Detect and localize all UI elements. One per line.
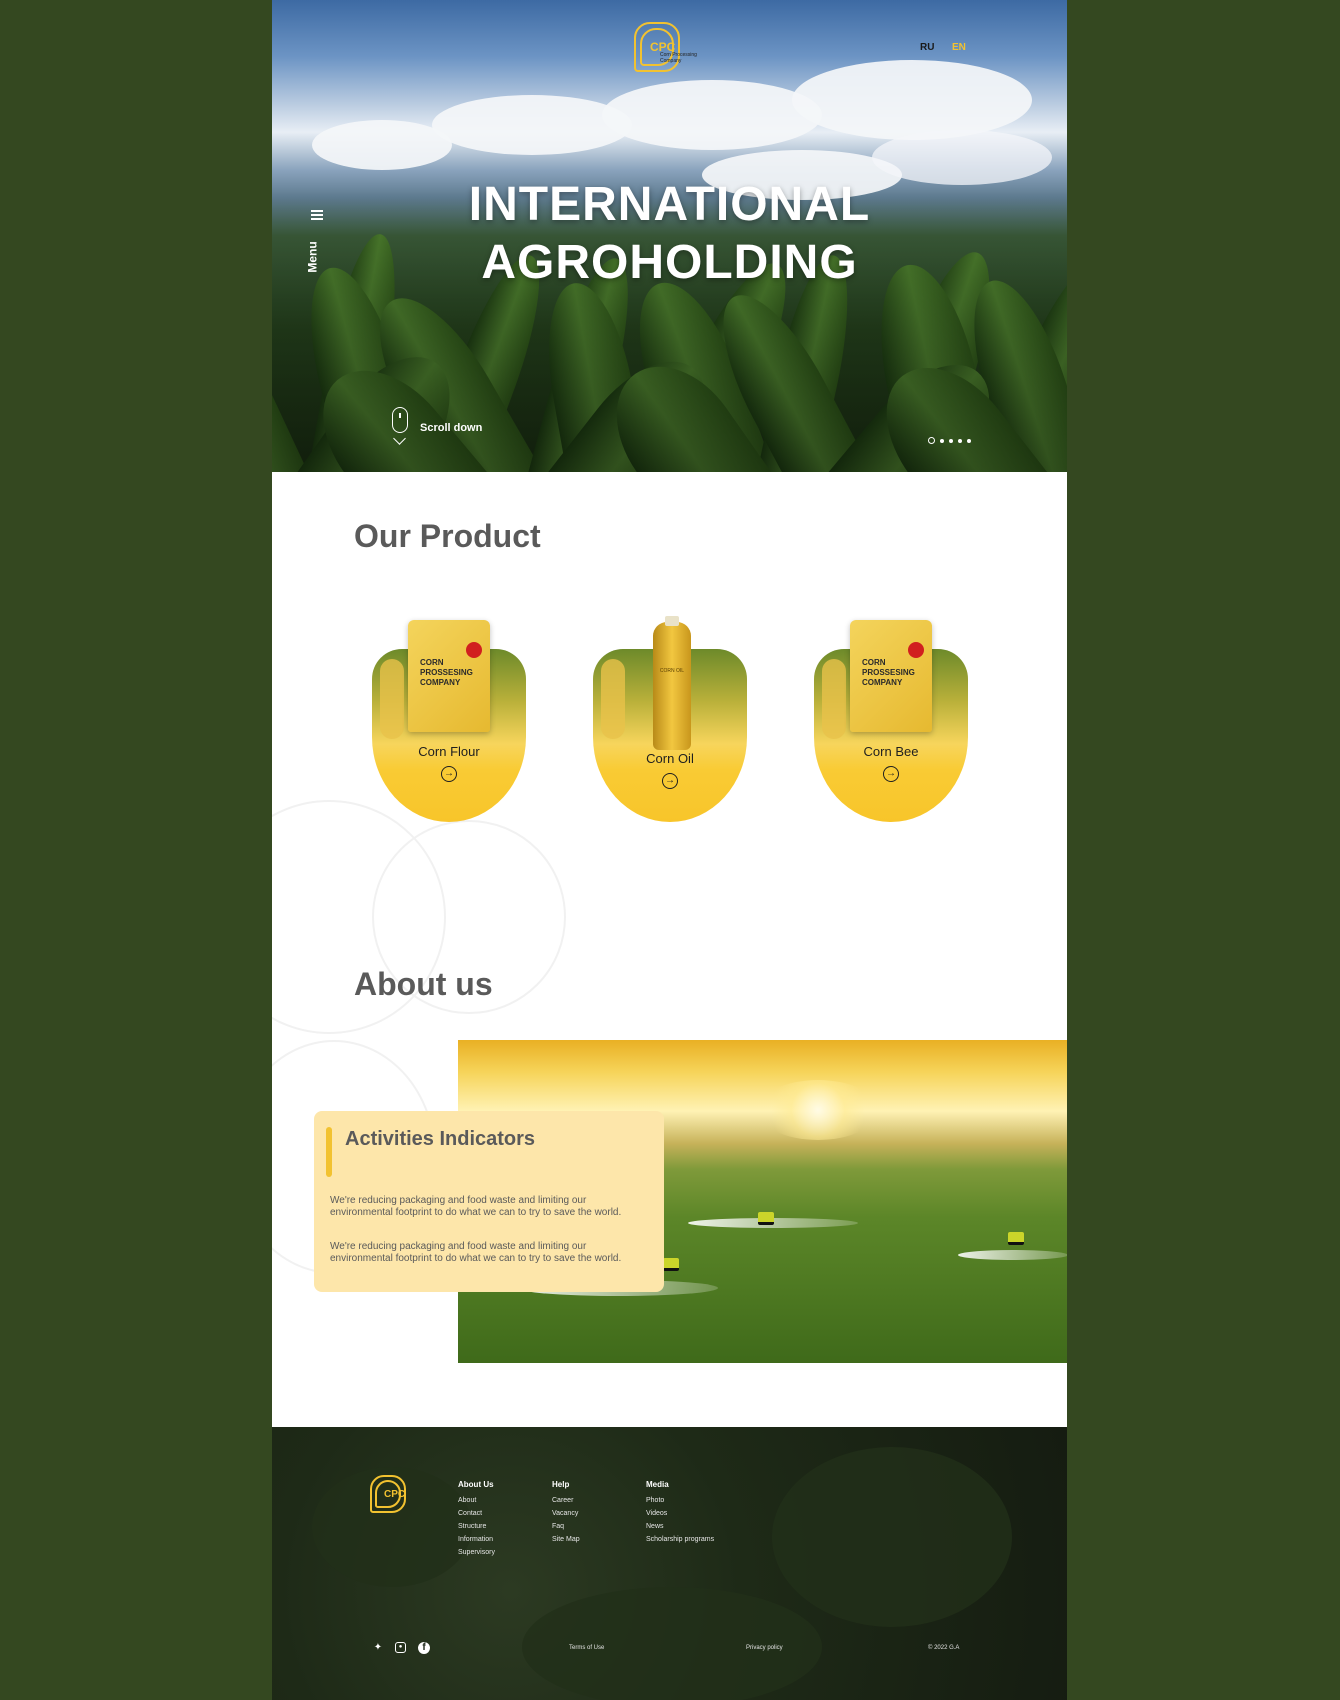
privacy-link[interactable]: Privacy policy xyxy=(746,1645,783,1651)
lang-en-link[interactable]: EN xyxy=(952,42,966,53)
products-title: Our Product xyxy=(354,518,541,554)
footer-link[interactable]: About xyxy=(458,1497,495,1504)
spray-cloud xyxy=(958,1250,1067,1260)
scroll-label: Scroll down xyxy=(420,422,483,434)
product-card-corn-flour[interactable]: CORN PROSSESING COMPANY Corn Flour → xyxy=(372,620,526,822)
bottle-label: CORN OIL xyxy=(659,668,685,674)
product-pack-image: CORN PROSSESING COMPANY xyxy=(408,620,490,732)
slider-pagination xyxy=(928,437,971,444)
pack-label: CORN PROSSESING COMPANY xyxy=(420,658,473,687)
badge-icon xyxy=(466,642,482,658)
arrow-right-icon[interactable]: → xyxy=(441,766,457,782)
footer-link[interactable]: Photo xyxy=(646,1497,714,1504)
tractor xyxy=(663,1258,679,1271)
card-title: Activities Indicators xyxy=(345,1128,536,1150)
footer-column-help: Help Career Vacancy Faq Site Map xyxy=(552,1480,580,1549)
tractor xyxy=(1008,1232,1024,1245)
logo[interactable]: CPC Corn Processing Company xyxy=(634,22,704,72)
footer-link[interactable]: News xyxy=(646,1523,714,1530)
facebook-icon[interactable]: f xyxy=(418,1642,430,1654)
footer-link[interactable]: Information xyxy=(458,1536,495,1543)
product-card-corn-oil[interactable]: CORN OIL Corn Oil → xyxy=(593,616,747,822)
footer-link[interactable]: Vacancy xyxy=(552,1510,580,1517)
footer-logo[interactable]: CPC xyxy=(370,1475,410,1513)
instagram-icon[interactable]: ● xyxy=(395,1642,406,1653)
footer-link[interactable]: Scholarship programs xyxy=(646,1536,714,1543)
pack-label: CORN PROSSESING COMPANY xyxy=(862,658,915,687)
footer-link[interactable]: Contact xyxy=(458,1510,495,1517)
slider-dot[interactable] xyxy=(967,438,971,443)
product-bottle-image: CORN OIL xyxy=(653,616,691,750)
footer-column-media: Media Photo Videos News Scholarship prog… xyxy=(646,1480,714,1549)
hero-section: CPC Corn Processing Company RU EN Menu I… xyxy=(272,0,1067,472)
arrow-right-icon[interactable]: → xyxy=(883,766,899,782)
arrow-right-icon[interactable]: → xyxy=(662,773,678,789)
tractor xyxy=(758,1212,774,1225)
slider-dot[interactable] xyxy=(958,438,962,443)
footer-logo-mark: CPC xyxy=(384,1489,406,1500)
page-frame: CPC Corn Processing Company RU EN Menu I… xyxy=(272,0,1067,1700)
hero-title-line1: INTERNATIONAL xyxy=(468,178,871,231)
footer-heading: Help xyxy=(552,1480,570,1489)
slider-dot[interactable] xyxy=(949,438,953,443)
footer-link[interactable]: Site Map xyxy=(552,1536,580,1543)
footer-link[interactable]: Videos xyxy=(646,1510,714,1517)
footer-link[interactable]: Career xyxy=(552,1497,580,1504)
product-card-corn-bee[interactable]: CORN PROSSESING COMPANY Corn Bee → xyxy=(814,620,968,822)
footer-link[interactable]: Structure xyxy=(458,1523,495,1530)
copyright: © 2022 G.A xyxy=(928,1645,960,1651)
badge-icon xyxy=(908,642,924,658)
tree-texture xyxy=(522,1587,822,1700)
card-accent-bar xyxy=(326,1127,332,1177)
footer-heading: About Us xyxy=(458,1480,494,1489)
footer-link[interactable]: Faq xyxy=(552,1523,580,1530)
product-name: Corn Flour xyxy=(418,744,480,759)
product-name: Corn Oil xyxy=(646,751,694,766)
product-pack-image: CORN PROSSESING COMPANY xyxy=(850,620,932,732)
sun xyxy=(758,1080,878,1140)
activities-card: Activities Indicators We're reducing pac… xyxy=(314,1111,664,1292)
logo-subtitle: Corn Processing Company xyxy=(660,52,697,64)
card-paragraph: We're reducing packaging and food waste … xyxy=(330,1241,622,1264)
slider-dot[interactable] xyxy=(940,438,944,443)
lang-ru-link[interactable]: RU xyxy=(920,42,934,53)
footer-column-about: About Us About Contact Structure Informa… xyxy=(458,1480,495,1562)
footer-link[interactable]: Supervisory xyxy=(458,1549,495,1556)
twitter-icon[interactable]: ✦ xyxy=(372,1642,384,1654)
tree-texture xyxy=(772,1447,1012,1627)
mouse-icon xyxy=(392,407,408,433)
footer-heading: Media xyxy=(646,1480,669,1489)
footer: CPC About Us About Contact Structure Inf… xyxy=(272,1427,1067,1700)
terms-link[interactable]: Terms of Use xyxy=(569,1645,604,1651)
slider-dot[interactable] xyxy=(928,437,935,444)
card-paragraph: We're reducing packaging and food waste … xyxy=(330,1195,622,1218)
product-name: Corn Bee xyxy=(863,744,919,759)
hero-title-line2: AGROHOLDING xyxy=(481,236,858,289)
about-title: About us xyxy=(354,966,493,1002)
